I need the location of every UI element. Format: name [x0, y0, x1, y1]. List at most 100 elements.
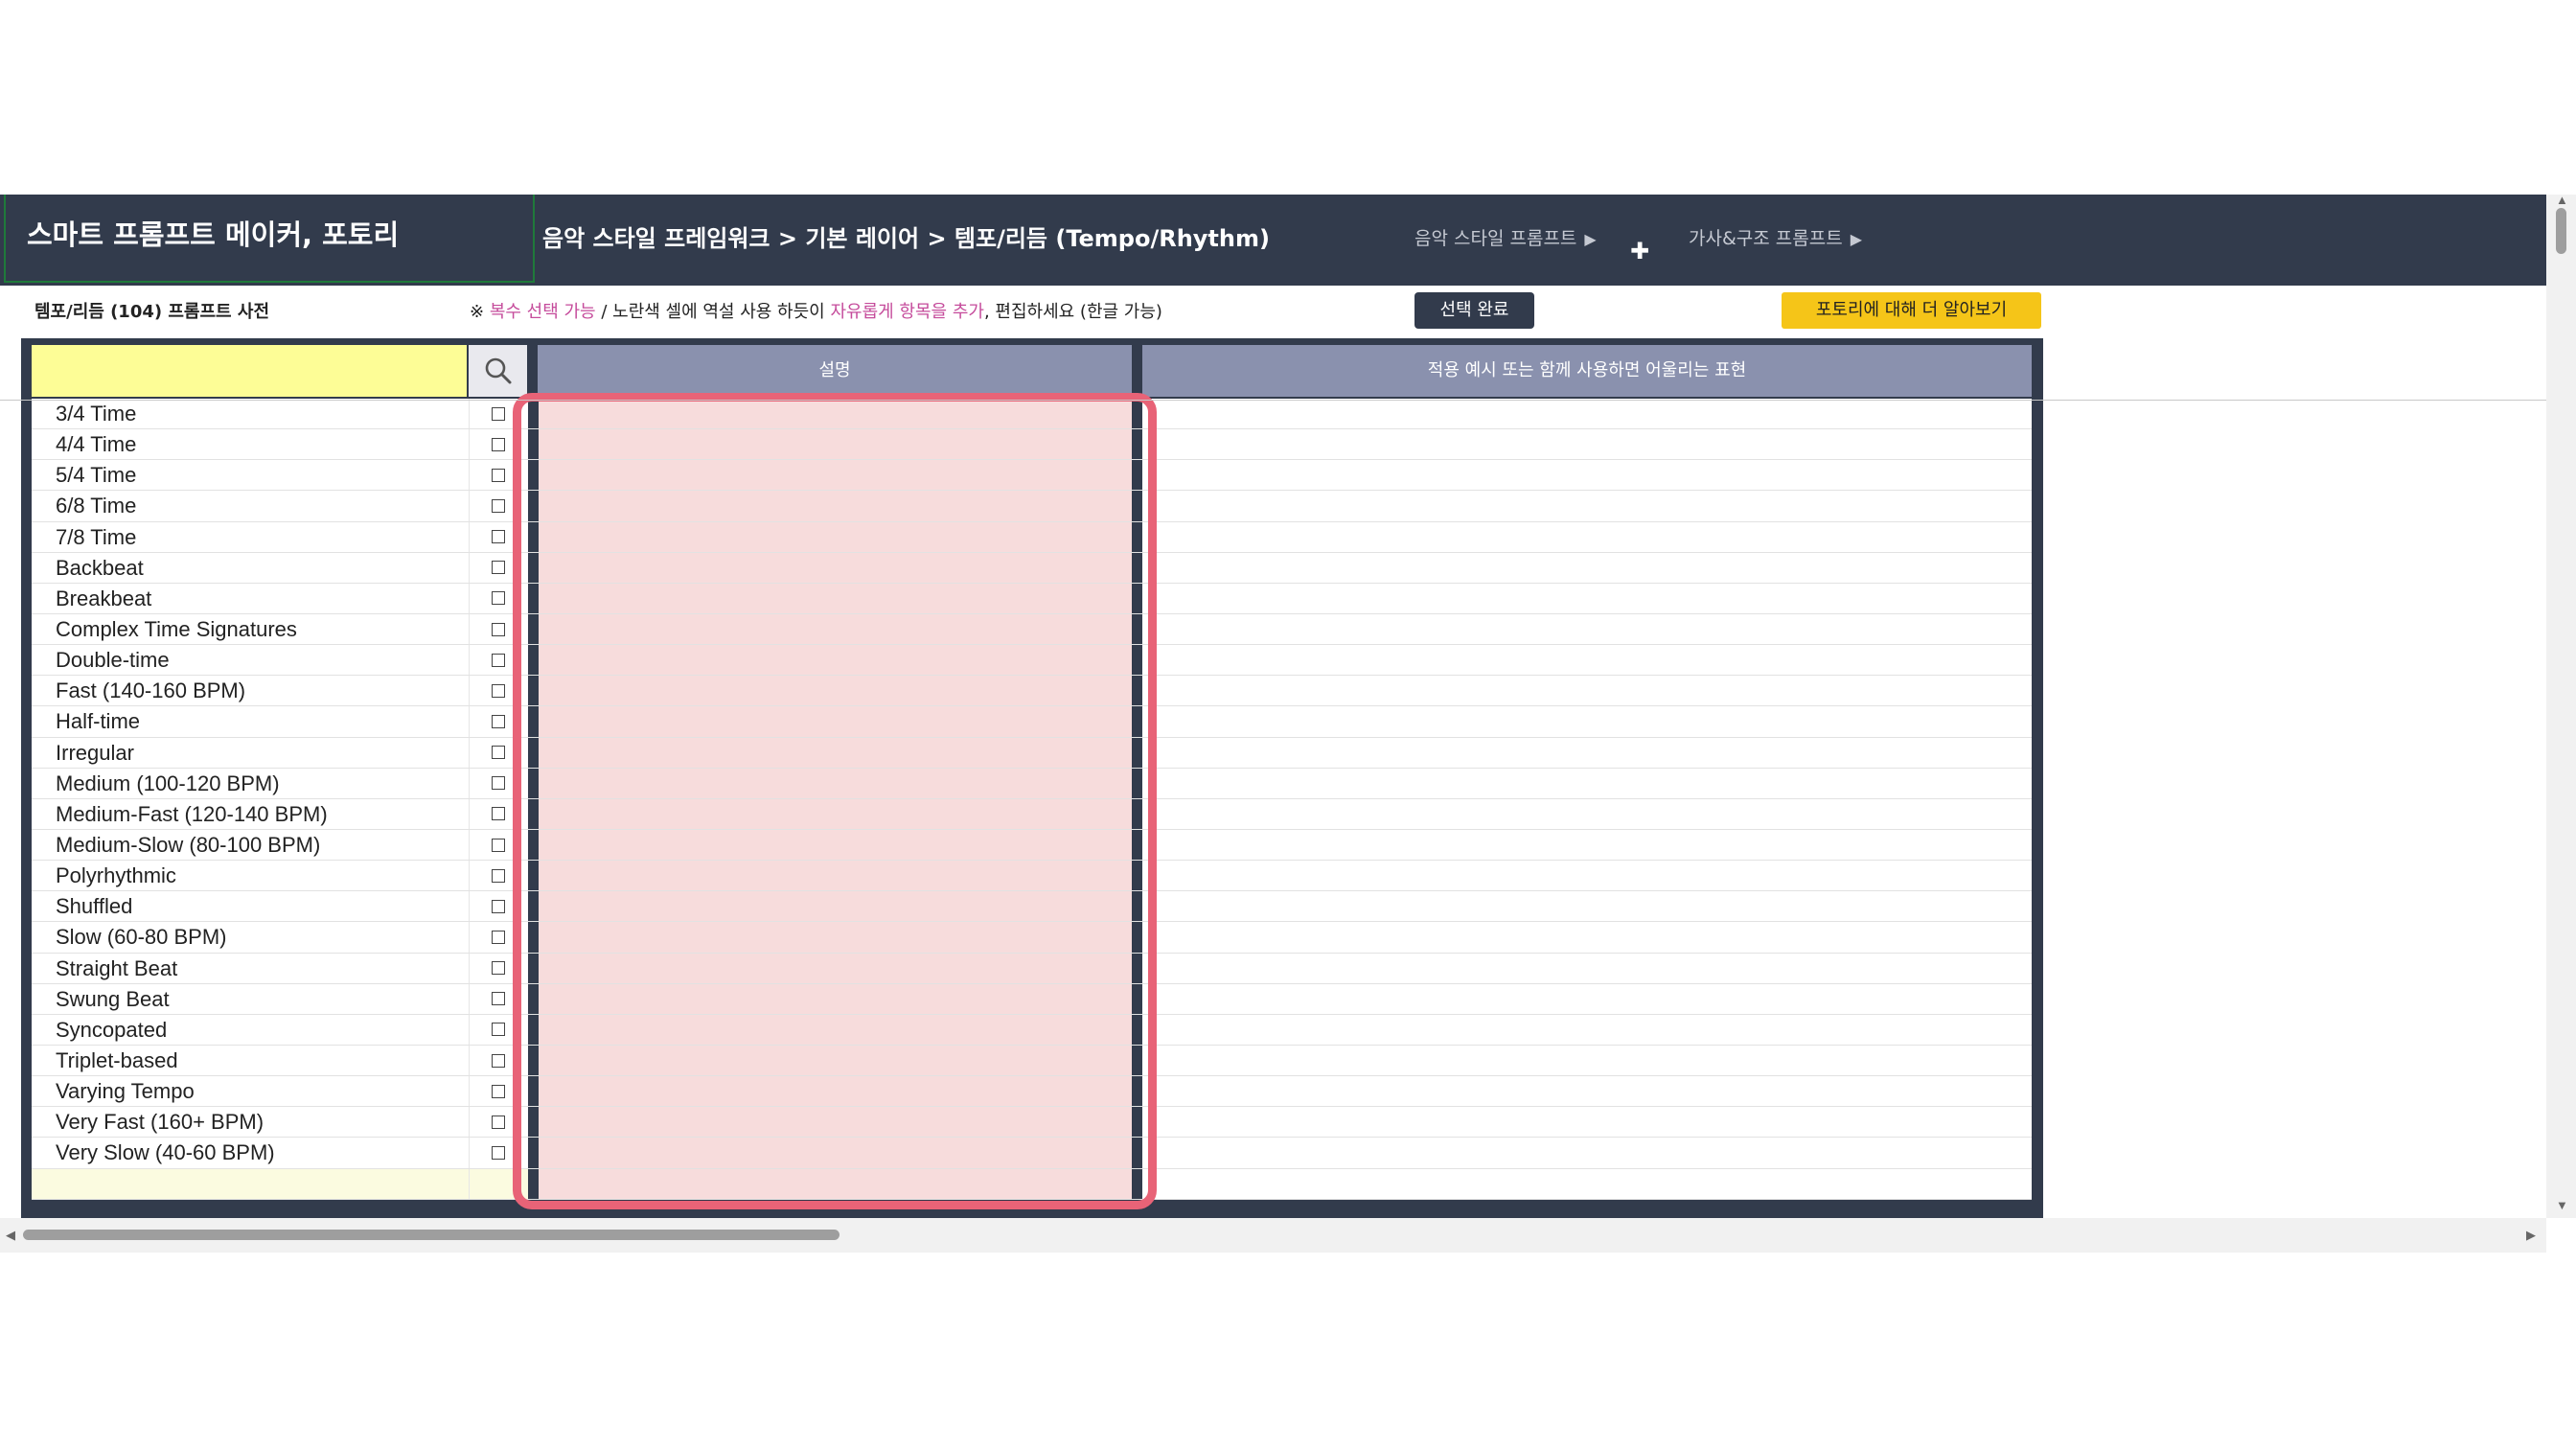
example-cell[interactable] — [1142, 706, 2033, 737]
item-name-cell[interactable]: Varying Tempo — [32, 1076, 469, 1107]
checkbox[interactable] — [492, 776, 506, 791]
checkbox[interactable] — [492, 498, 506, 513]
item-name-cell[interactable]: Polyrhythmic — [32, 861, 469, 891]
checkbox[interactable] — [492, 406, 506, 421]
item-name-cell[interactable]: Triplet-based — [32, 1045, 469, 1076]
example-cell[interactable] — [1142, 737, 2033, 768]
example-cell[interactable] — [1142, 1045, 2033, 1076]
usage-notice: ※ 복수 선택 가능 / 노란색 셀에 역설 사용 하듯이 자유롭게 항목을 추… — [470, 298, 1162, 323]
example-cell[interactable] — [1142, 1168, 2033, 1199]
item-name-cell[interactable]: Medium (100-120 BPM) — [32, 768, 469, 798]
app-title[interactable]: 스마트 프롬프트 메이커, 포토리 — [4, 195, 535, 283]
example-cell[interactable] — [1142, 1107, 2033, 1138]
example-cell[interactable] — [1142, 429, 2033, 460]
checkbox[interactable] — [492, 653, 506, 667]
checkbox[interactable] — [492, 838, 506, 852]
vertical-scrollbar[interactable]: ▲ ▼ — [2546, 193, 2576, 1218]
example-cell[interactable] — [1142, 891, 2033, 922]
checkbox[interactable] — [492, 530, 506, 544]
checkbox[interactable] — [492, 561, 506, 575]
example-cell[interactable] — [1142, 798, 2033, 829]
item-name-cell[interactable]: Medium-Slow (80-100 BPM) — [32, 829, 469, 861]
example-cell[interactable] — [1142, 1014, 2033, 1045]
item-name-cell[interactable]: Backbeat — [32, 552, 469, 583]
item-name-cell[interactable]: Syncopated — [32, 1014, 469, 1045]
example-cell[interactable] — [1142, 953, 2033, 983]
description-column-header: 설명 — [538, 345, 1132, 397]
checkbox[interactable] — [492, 992, 506, 1006]
play-arrow-icon: ▶ — [1850, 230, 1863, 248]
examples-column-header: 적용 예시 또는 함께 사용하면 어울리는 표현 — [1142, 345, 2032, 397]
item-name-cell[interactable]: 5/4 Time — [32, 460, 469, 491]
example-cell[interactable] — [1142, 983, 2033, 1014]
item-name-cell[interactable]: 7/8 Time — [32, 521, 469, 552]
scroll-right-icon[interactable]: ▶ — [2526, 1228, 2536, 1243]
scroll-left-icon[interactable]: ◀ — [6, 1228, 15, 1243]
checkbox[interactable] — [492, 1023, 506, 1037]
checkbox[interactable] — [492, 746, 506, 760]
item-name-cell[interactable]: Very Fast (160+ BPM) — [32, 1107, 469, 1138]
checkbox[interactable] — [492, 961, 506, 976]
example-cell[interactable] — [1142, 1076, 2033, 1107]
example-cell[interactable] — [1142, 521, 2033, 552]
item-name-cell[interactable]: Slow (60-80 BPM) — [32, 922, 469, 953]
search-input-cell[interactable] — [32, 345, 467, 397]
lyrics-prompt-link[interactable]: 가사&구조 프롬프트 ▶ — [1689, 224, 1862, 250]
example-cell[interactable] — [1142, 399, 2033, 429]
vertical-scroll-thumb[interactable] — [2556, 208, 2566, 254]
notice-mid: / 노란색 셀에 역설 사용 하듯이 — [595, 302, 831, 322]
example-cell[interactable] — [1142, 552, 2033, 583]
checkbox[interactable] — [492, 1053, 506, 1068]
checkbox[interactable] — [492, 437, 506, 451]
notice-suffix: , 편집하세요 (한글 가능) — [983, 302, 1162, 322]
music-style-prompt-label: 음악 스타일 프롬프트 — [1414, 228, 1577, 249]
example-cell[interactable] — [1142, 613, 2033, 645]
example-cell[interactable] — [1142, 583, 2033, 613]
checkbox[interactable] — [492, 868, 506, 883]
scroll-down-icon[interactable]: ▼ — [2556, 1198, 2568, 1212]
item-name-cell[interactable]: Breakbeat — [32, 583, 469, 613]
checkbox[interactable] — [492, 683, 506, 698]
checkbox[interactable] — [492, 930, 506, 944]
checkbox[interactable] — [492, 1084, 506, 1098]
horizontal-scrollbar[interactable]: ◀ ▶ — [0, 1218, 2546, 1253]
checkbox[interactable] — [492, 622, 506, 636]
item-name-cell[interactable]: Very Slow (40-60 BPM) — [32, 1138, 469, 1168]
item-name-cell[interactable]: Irregular — [32, 737, 469, 768]
item-name-cell[interactable]: 4/4 Time — [32, 429, 469, 460]
checkbox[interactable] — [492, 468, 506, 482]
item-name-cell[interactable]: 3/4 Time — [32, 399, 469, 429]
item-name-cell[interactable]: Medium-Fast (120-140 BPM) — [32, 798, 469, 829]
example-cell[interactable] — [1142, 861, 2033, 891]
item-name-cell[interactable]: Swung Beat — [32, 983, 469, 1014]
item-name-cell[interactable]: Complex Time Signatures — [32, 613, 469, 645]
music-style-prompt-link[interactable]: 음악 스타일 프롬프트 ▶ — [1414, 224, 1597, 250]
play-arrow-icon: ▶ — [1584, 230, 1597, 248]
example-cell[interactable] — [1142, 491, 2033, 521]
item-name-cell[interactable]: Shuffled — [32, 891, 469, 922]
checkbox[interactable] — [492, 899, 506, 913]
scroll-up-icon[interactable]: ▲ — [2556, 193, 2568, 207]
item-name-cell[interactable]: Straight Beat — [32, 953, 469, 983]
example-cell[interactable] — [1142, 768, 2033, 798]
search-button[interactable] — [469, 345, 527, 397]
learn-more-button[interactable]: 포토리에 대해 더 알아보기 — [1782, 292, 2041, 329]
example-cell[interactable] — [1142, 829, 2033, 861]
example-cell[interactable] — [1142, 645, 2033, 676]
item-name-cell[interactable]: Fast (140-160 BPM) — [32, 676, 469, 706]
checkbox[interactable] — [492, 1115, 506, 1129]
item-name-cell[interactable]: 6/8 Time — [32, 491, 469, 521]
selection-done-button[interactable]: 선택 완료 — [1414, 292, 1534, 329]
example-cell[interactable] — [1142, 922, 2033, 953]
example-cell[interactable] — [1142, 676, 2033, 706]
checkbox[interactable] — [492, 714, 506, 728]
checkbox[interactable] — [492, 591, 506, 606]
item-name-cell[interactable] — [32, 1168, 469, 1199]
example-cell[interactable] — [1142, 1138, 2033, 1168]
checkbox[interactable] — [492, 1145, 506, 1160]
item-name-cell[interactable]: Half-time — [32, 706, 469, 737]
horizontal-scroll-thumb[interactable] — [23, 1230, 840, 1240]
item-name-cell[interactable]: Double-time — [32, 645, 469, 676]
example-cell[interactable] — [1142, 460, 2033, 491]
checkbox[interactable] — [492, 807, 506, 821]
